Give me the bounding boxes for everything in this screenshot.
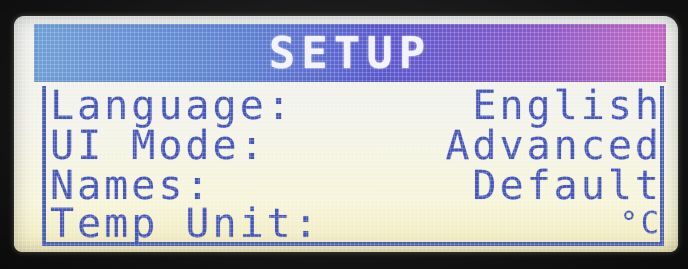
setting-value-ui-mode: Advanced xyxy=(445,123,662,169)
lcd-screen: SETUP Language: English UI Mode: Advance… xyxy=(14,16,678,252)
setting-value-names: Default xyxy=(472,163,662,209)
setting-row-temp-unit[interactable]: Temp Unit: °C xyxy=(50,204,662,244)
setting-label-names: Names: xyxy=(50,163,213,209)
setting-value-language: English xyxy=(472,83,662,129)
page-title: SETUP xyxy=(268,27,432,79)
title-bar: SETUP xyxy=(34,24,666,82)
setting-label-language: Language: xyxy=(50,83,294,129)
device-bezel: SETUP Language: English UI Mode: Advance… xyxy=(0,0,688,269)
setting-value-temp-unit: °C xyxy=(619,206,662,241)
setting-row-language[interactable]: Language: English xyxy=(50,86,662,126)
setting-row-names[interactable]: Names: Default xyxy=(50,166,662,206)
setting-label-temp-unit: Temp Unit: xyxy=(50,201,321,247)
settings-list: Language: English UI Mode: Advanced Name… xyxy=(42,86,664,246)
setting-row-ui-mode[interactable]: UI Mode: Advanced xyxy=(50,126,662,166)
setting-label-ui-mode: UI Mode: xyxy=(50,123,267,169)
